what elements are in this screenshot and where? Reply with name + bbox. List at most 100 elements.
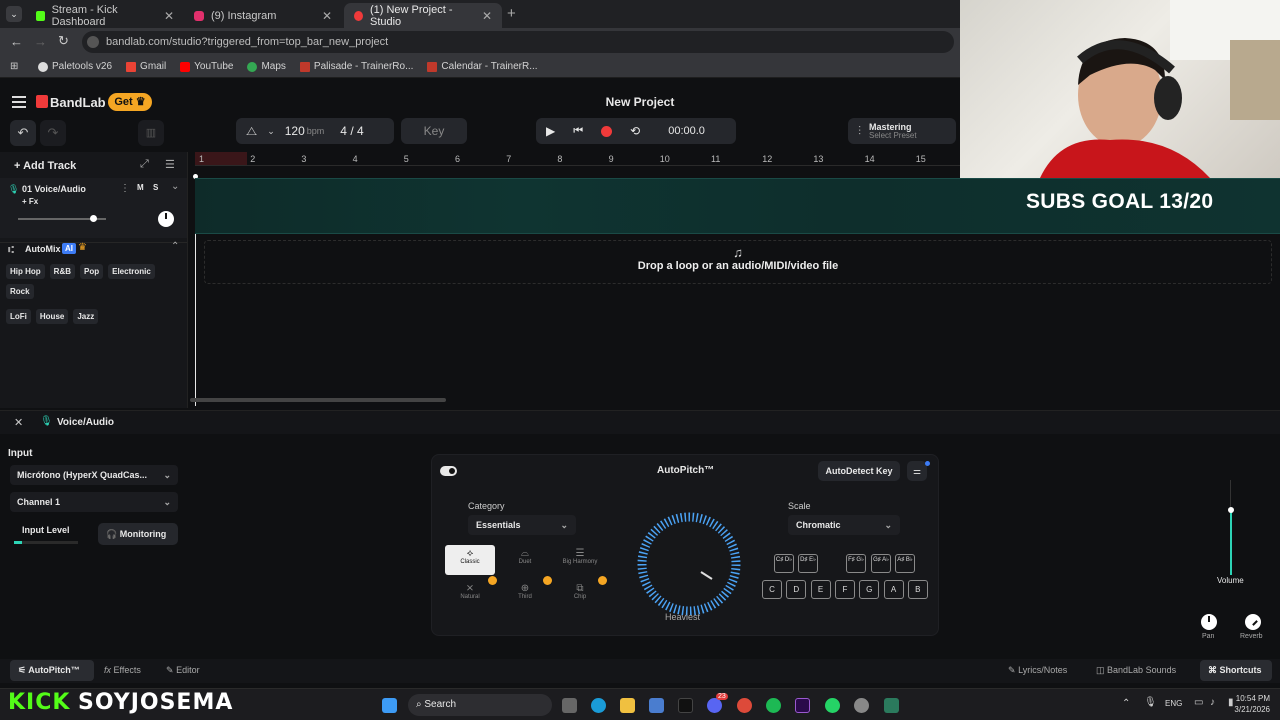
bookmark[interactable]: Paletools v26: [38, 61, 112, 72]
strength-knob[interactable]: [628, 503, 750, 625]
wand-icon[interactable]: ⤢: [140, 158, 149, 171]
settings-sliders-icon[interactable]: ☰: [165, 158, 175, 171]
scale-key-natural[interactable]: G: [859, 580, 880, 599]
pan-knob[interactable]: [1201, 614, 1217, 630]
scale-key-natural[interactable]: D: [786, 580, 807, 599]
chevron-down-icon[interactable]: ⌄: [171, 181, 179, 192]
genre-chip[interactable]: R&B: [49, 264, 76, 279]
menu-icon[interactable]: [12, 96, 26, 108]
tab-editor[interactable]: ✎ Editor: [166, 665, 200, 676]
windows-start-icon[interactable]: [382, 698, 397, 713]
taskbar-search[interactable]: ⌕ Search: [408, 694, 552, 716]
edge-icon[interactable]: [591, 698, 606, 713]
drop-zone[interactable]: ♫ Drop a loop or an audio/MIDI/video fil…: [204, 240, 1272, 284]
play-icon[interactable]: ▶: [546, 124, 555, 138]
lyrics-notes-button[interactable]: ✎ Lyrics/Notes: [1008, 665, 1067, 676]
genre-chip[interactable]: Electronic: [108, 264, 155, 279]
apps-grid-icon[interactable]: ⊞: [10, 61, 18, 72]
chevron-up-icon[interactable]: ⌃: [1122, 698, 1130, 709]
piano-icon[interactable]: ▥: [138, 120, 164, 146]
genre-chip[interactable]: Jazz: [73, 309, 99, 324]
key-button[interactable]: Key: [401, 118, 467, 144]
task-view-icon[interactable]: [562, 698, 577, 713]
autopitch-toggle[interactable]: [440, 466, 457, 476]
tab-kick[interactable]: Stream - Kick Dashboard ✕: [26, 3, 184, 28]
input-device-select[interactable]: Micrófono (HyperX QuadCas... ⌄: [10, 465, 178, 485]
tab-autopitch[interactable]: ⚟ AutoPitch™: [10, 660, 94, 681]
volume-slider-thumb[interactable]: [89, 215, 97, 222]
preset-duet[interactable]: ⌓ Duet: [500, 545, 550, 575]
mastering-button[interactable]: ⫶ Mastering Select Preset: [848, 118, 956, 144]
tiktok-icon[interactable]: [678, 698, 693, 713]
scale-key-natural[interactable]: E: [810, 580, 831, 599]
forward-icon[interactable]: →: [34, 34, 47, 49]
spotify-icon[interactable]: [766, 698, 781, 713]
scale-key-natural[interactable]: F: [834, 580, 855, 599]
preset-natural[interactable]: ⨯ Natural: [445, 580, 495, 608]
premiere-icon[interactable]: [795, 698, 810, 713]
genre-chip[interactable]: Hip Hop: [6, 264, 45, 279]
horizontal-scrollbar[interactable]: [190, 398, 446, 402]
volume-icon[interactable]: ♪: [1210, 697, 1215, 708]
time-signature[interactable]: 4 / 4: [340, 124, 363, 138]
metronome-icon[interactable]: ⧍: [246, 124, 257, 139]
genre-chip[interactable]: House: [35, 309, 69, 324]
loop-icon[interactable]: ⟲: [630, 124, 640, 138]
scale-key-sharp[interactable]: C♯ D♭: [774, 554, 794, 573]
bookmark[interactable]: Maps: [247, 61, 286, 72]
track-row[interactable]: 🎙 01 Voice/Audio ⋮ M S ⌄ + Fx: [0, 178, 187, 238]
close-icon[interactable]: ✕: [322, 9, 332, 23]
app-icon[interactable]: [884, 698, 899, 713]
preset-classic[interactable]: ⟡ Classic: [445, 545, 495, 575]
scale-key-natural[interactable]: C: [762, 580, 782, 599]
undo-button[interactable]: ↶: [10, 120, 36, 146]
project-title[interactable]: New Project: [560, 95, 720, 109]
file-explorer-icon[interactable]: [620, 698, 635, 713]
network-icon[interactable]: ▭: [1194, 697, 1203, 708]
clock[interactable]: 10:54 PM 3/21/2026: [1226, 693, 1270, 715]
add-track-button[interactable]: + Add Track: [14, 160, 76, 172]
chevron-down-icon[interactable]: ⌄: [267, 126, 275, 137]
track-name[interactable]: 01 Voice/Audio: [22, 184, 86, 194]
autodetect-key-button[interactable]: AutoDetect Key: [818, 461, 900, 481]
solo-button[interactable]: S: [153, 183, 158, 192]
chevron-up-icon[interactable]: ⌃: [171, 241, 179, 252]
monitoring-button[interactable]: 🎧 Monitoring: [98, 523, 178, 545]
tempo-control[interactable]: ⧍ ⌄ 120 bpm 4 / 4: [236, 118, 394, 144]
reload-icon[interactable]: ↻: [58, 33, 69, 49]
more-icon[interactable]: ⋮: [120, 183, 130, 194]
preset-chip[interactable]: ⧉ Chip: [555, 580, 605, 608]
scale-key-natural[interactable]: A: [883, 580, 904, 599]
get-membership-button[interactable]: Get ♛: [108, 93, 152, 111]
tab-instagram[interactable]: (9) Instagram ✕: [184, 3, 342, 28]
preset-third[interactable]: ⊕ Third: [500, 580, 550, 608]
genre-chip[interactable]: LoFi: [6, 309, 31, 324]
scale-key-sharp[interactable]: D♯ E♭: [798, 554, 818, 573]
scale-select[interactable]: Chromatic ⌄: [788, 515, 900, 535]
tab-effects[interactable]: fx Effects: [104, 665, 141, 675]
genre-chip[interactable]: Rock: [6, 284, 34, 299]
close-icon[interactable]: ✕: [164, 9, 174, 23]
url-input[interactable]: bandlab.com/studio?triggered_from=top_ba…: [82, 31, 954, 53]
scale-key-sharp[interactable]: A♯ B♭: [895, 554, 915, 573]
close-icon[interactable]: ✕: [482, 9, 492, 23]
redo-button[interactable]: ↷: [40, 120, 66, 146]
skip-back-icon[interactable]: ⏮: [573, 125, 583, 138]
bookmark[interactable]: YouTube: [180, 61, 233, 72]
store-icon[interactable]: [649, 698, 664, 713]
tab-search-icon[interactable]: ⌄: [6, 6, 22, 22]
site-info-icon[interactable]: [87, 36, 99, 48]
preset-big-harmony[interactable]: ☰ Big Harmony: [555, 545, 605, 575]
add-fx-button[interactable]: + Fx: [22, 197, 38, 206]
bookmark[interactable]: Calendar - TrainerR...: [427, 61, 538, 72]
language-indicator[interactable]: ENG: [1165, 699, 1182, 708]
mic-icon[interactable]: 🎙: [1144, 697, 1157, 708]
back-icon[interactable]: ←: [10, 34, 23, 49]
pan-knob[interactable]: [158, 211, 174, 227]
shortcuts-button[interactable]: ⌘ Shortcuts: [1200, 660, 1272, 681]
channel-select[interactable]: Channel 1 ⌄: [10, 492, 178, 512]
close-panel-icon[interactable]: ✕: [14, 416, 23, 429]
tempo-value[interactable]: 120: [285, 124, 305, 138]
genre-chip[interactable]: Pop: [80, 264, 104, 279]
bandlab-sounds-button[interactable]: ◫ BandLab Sounds: [1096, 665, 1176, 676]
